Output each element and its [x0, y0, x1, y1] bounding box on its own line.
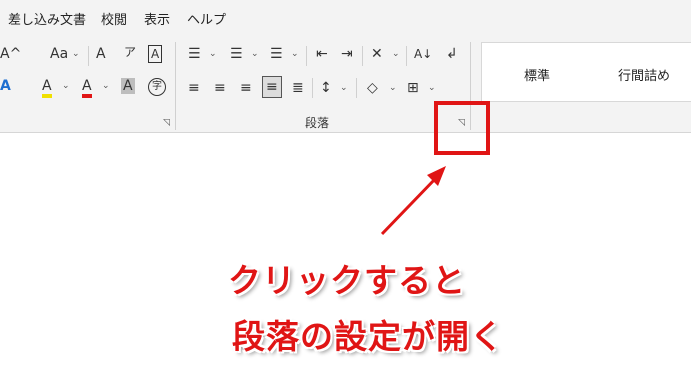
annotation-line-1: クリックすると [228, 261, 466, 300]
annotation-line-2: 段落の設定が開く [232, 317, 504, 356]
